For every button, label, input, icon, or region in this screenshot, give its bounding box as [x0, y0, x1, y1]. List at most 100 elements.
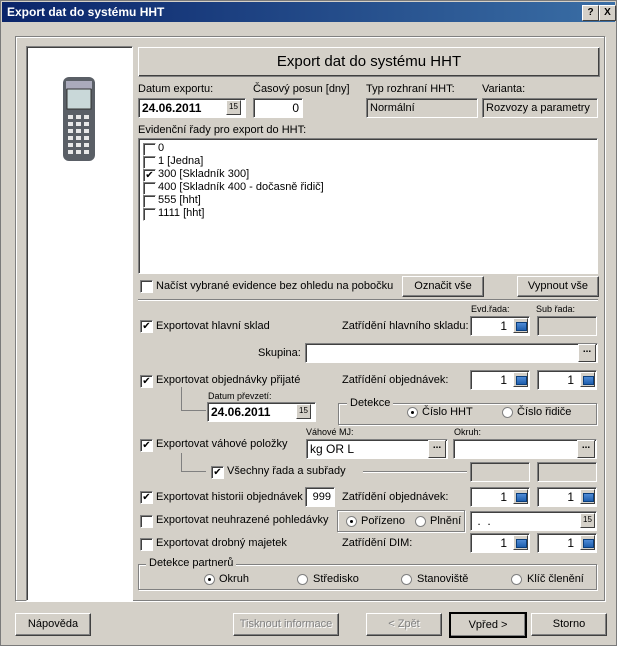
partner-site-radio[interactable]: [401, 574, 412, 585]
detection-hht-radio[interactable]: [407, 407, 418, 418]
variant-value: Rozvozy a parametry: [486, 102, 590, 114]
order-history-sub-input[interactable]: 1: [537, 487, 597, 507]
time-shift-label: Časový posun [dny]: [253, 83, 350, 95]
device-panel: [26, 46, 133, 601]
partner-key-label: Klíč členění: [527, 573, 584, 585]
small-assets-label: Exportovat drobný majetek: [156, 537, 287, 549]
partner-center-radio[interactable]: [297, 574, 308, 585]
small-assets-sub-input[interactable]: 1: [537, 533, 597, 553]
all-series-checkbox[interactable]: ✔: [211, 466, 224, 479]
close-title-button[interactable]: X: [599, 5, 616, 21]
help-title-button[interactable]: ?: [582, 5, 599, 21]
tree-line: [181, 410, 206, 411]
ellipsis-button[interactable]: ...: [428, 440, 446, 458]
load-selected-checkbox[interactable]: [140, 280, 153, 293]
series-item-label: 1 [Jedna]: [158, 155, 204, 167]
next-button[interactable]: Vpřed >: [449, 612, 527, 638]
unpaid-date-input[interactable]: . . 15: [470, 511, 597, 531]
unpaid-fulfilled-radio[interactable]: [415, 516, 426, 527]
weight-items-label: Exportovat váhové položky: [156, 438, 288, 450]
partner-center-label: Středisko: [313, 573, 359, 585]
spin-button-icon[interactable]: [580, 489, 595, 504]
series-checkbox[interactable]: [143, 143, 156, 156]
small-assets-sub-value: 1: [567, 536, 574, 550]
orders-sub-input[interactable]: 1: [537, 370, 597, 390]
spin-button-icon[interactable]: [580, 535, 595, 550]
unpaid-invoices-checkbox[interactable]: [140, 515, 153, 528]
unpaid-created-radio[interactable]: [346, 516, 357, 527]
select-all-button[interactable]: Označit vše: [402, 276, 484, 297]
spin-button-icon[interactable]: [513, 535, 528, 550]
small-assets-evd-input[interactable]: 1: [470, 533, 530, 553]
partner-site-label: Stanoviště: [417, 573, 469, 585]
takeover-date-input[interactable]: 24.06.2011 15: [207, 402, 316, 422]
sub-column-label: Sub řada:: [536, 304, 576, 314]
main-store-checkbox[interactable]: ✔: [140, 320, 153, 333]
spin-button-icon[interactable]: [513, 318, 528, 333]
series-checkbox[interactable]: [143, 195, 156, 208]
detection-driver-label: Číslo řidiče: [517, 406, 572, 418]
back-button[interactable]: < Zpět: [366, 613, 442, 636]
series-checkbox[interactable]: ✔: [143, 169, 156, 182]
export-date-label: Datum exportu:: [138, 83, 214, 95]
orders-received-checkbox[interactable]: ✔: [140, 375, 153, 388]
series-item-label: 300 [Skladník 300]: [158, 168, 250, 180]
detection-driver-radio[interactable]: [502, 407, 513, 418]
partner-area-label: Okruh: [219, 573, 249, 585]
group-label: Skupina:: [258, 347, 301, 359]
order-history-checkbox[interactable]: ✔: [140, 491, 153, 504]
spin-button-icon[interactable]: [513, 372, 528, 387]
time-shift-input[interactable]: 0: [253, 98, 303, 118]
series-item-label: 555 [hht]: [158, 194, 201, 206]
group-input[interactable]: ...: [305, 343, 598, 363]
partner-area-radio[interactable]: [204, 574, 215, 585]
cancel-button[interactable]: Storno: [531, 613, 607, 636]
orders-assign-label: Zatřídění objednávek:: [342, 374, 449, 386]
unit-input[interactable]: kg OR L ...: [306, 439, 448, 459]
time-shift-value: 0: [292, 101, 299, 115]
small-assets-checkbox[interactable]: [140, 538, 153, 551]
main-store-label: Exportovat hlavní sklad: [156, 320, 270, 332]
series-list[interactable]: 0 1 [Jedna] ✔ 300 [Skladník 300] 400 [Skl…: [138, 138, 598, 274]
spin-button-icon[interactable]: [513, 489, 528, 504]
help-button[interactable]: Nápověda: [15, 613, 91, 636]
series-checkbox[interactable]: [143, 208, 156, 221]
order-history-count-input[interactable]: 999: [305, 487, 335, 507]
spin-button-icon[interactable]: [580, 372, 595, 387]
unpaid-created-label: Pořízeno: [361, 515, 406, 527]
takeover-date-value: 24.06.2011: [211, 405, 271, 419]
main-store-evd-input[interactable]: 1: [470, 316, 530, 336]
order-history-count-value: 999: [312, 491, 331, 503]
dialog-window: Export dat do systému HHT ? X Export dat…: [0, 0, 617, 646]
order-history-sub-value: 1: [567, 490, 574, 504]
orders-evd-input[interactable]: 1: [470, 370, 530, 390]
series-item-label: 1111 [hht]: [158, 207, 205, 219]
series-item-label: 0: [158, 142, 165, 154]
orders-sub-value: 1: [567, 373, 574, 387]
unpaid-fulfilled-label: Plnění: [430, 515, 462, 527]
all-series-label: Všechny řada a subřady: [227, 465, 346, 477]
area-label: Okruh:: [454, 427, 482, 437]
ellipsis-button[interactable]: ...: [577, 440, 595, 458]
separator: [138, 299, 598, 301]
series-label: Evidenční řady pro export do HHT:: [138, 124, 307, 136]
title-bar: Export dat do systému HHT ? X: [2, 2, 616, 22]
export-date-input[interactable]: 24.06.2011 15: [138, 98, 246, 118]
area-input[interactable]: ...: [453, 439, 597, 459]
ellipsis-button[interactable]: ...: [578, 344, 596, 362]
deselect-all-button[interactable]: Vypnout vše: [517, 276, 599, 297]
partner-key-radio[interactable]: [511, 574, 522, 585]
calendar-icon[interactable]: 15: [580, 513, 595, 528]
orders-evd-value: 1: [500, 373, 507, 387]
unpaid-date-value: . .: [474, 514, 491, 528]
calendar-icon[interactable]: 15: [226, 100, 241, 115]
weight-items-checkbox[interactable]: ✔: [140, 439, 153, 452]
series-checkbox[interactable]: [143, 182, 156, 195]
calendar-icon[interactable]: 15: [296, 404, 311, 419]
print-info-button[interactable]: Tisknout informace: [233, 613, 339, 636]
series-checkbox[interactable]: [143, 156, 156, 169]
interface-type-label: Typ rozhraní HHT:: [366, 83, 455, 95]
order-history-evd-input[interactable]: 1: [470, 487, 530, 507]
variant-field: Rozvozy a parametry: [482, 98, 598, 118]
unit-label: Váhové MJ:: [306, 427, 354, 437]
